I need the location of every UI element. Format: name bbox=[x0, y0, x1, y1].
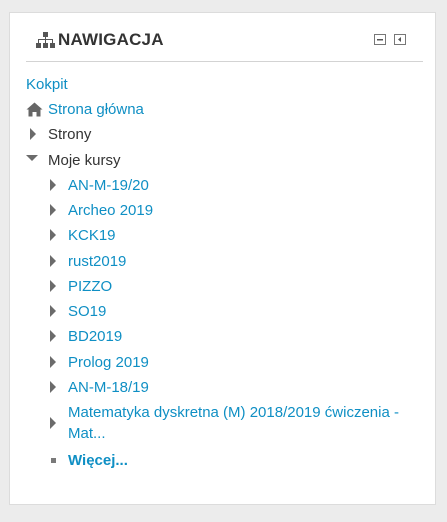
caret-down-icon[interactable] bbox=[26, 155, 38, 161]
course-link[interactable]: Matematyka dyskretna (M) 2018/2019 ćwicz… bbox=[68, 402, 420, 444]
navigation-block: NAWIGACJA Kokpit Strona główna Strony Mo… bbox=[9, 12, 436, 505]
more-courses-link[interactable]: Więcej... bbox=[68, 451, 128, 471]
caret-right-icon[interactable] bbox=[50, 356, 56, 368]
course-link[interactable]: KCK19 bbox=[68, 226, 116, 246]
caret-right-icon[interactable] bbox=[50, 204, 56, 216]
caret-right-icon[interactable] bbox=[50, 179, 56, 191]
nav-link-home[interactable]: Strona główna bbox=[48, 100, 144, 120]
dock-icon[interactable] bbox=[394, 34, 406, 45]
block-header: NAWIGACJA bbox=[26, 28, 423, 62]
caret-right-icon[interactable] bbox=[50, 330, 56, 342]
caret-right-icon[interactable] bbox=[50, 229, 56, 241]
course-link[interactable]: Archeo 2019 bbox=[68, 201, 153, 221]
home-icon bbox=[26, 102, 43, 117]
sitemap-icon bbox=[36, 32, 55, 48]
course-link[interactable]: SO19 bbox=[68, 302, 106, 322]
caret-right-icon[interactable] bbox=[30, 128, 36, 140]
block-title: NAWIGACJA bbox=[58, 30, 164, 49]
nav-item-my-courses[interactable]: Moje kursy bbox=[48, 151, 121, 171]
caret-right-icon[interactable] bbox=[50, 417, 56, 429]
course-link[interactable]: Prolog 2019 bbox=[68, 353, 149, 373]
caret-right-icon[interactable] bbox=[50, 255, 56, 267]
course-link[interactable]: BD2019 bbox=[68, 327, 122, 347]
caret-right-icon[interactable] bbox=[50, 381, 56, 393]
nav-link-dashboard[interactable]: Kokpit bbox=[26, 75, 68, 95]
caret-right-icon[interactable] bbox=[50, 305, 56, 317]
course-link[interactable]: AN-M-19/20 bbox=[68, 176, 149, 196]
course-link[interactable]: AN-M-18/19 bbox=[68, 378, 149, 398]
bullet-square-icon bbox=[51, 458, 56, 463]
minimize-icon[interactable] bbox=[374, 34, 386, 45]
course-link[interactable]: rust2019 bbox=[68, 252, 126, 272]
caret-right-icon[interactable] bbox=[50, 280, 56, 292]
course-link[interactable]: PIZZO bbox=[68, 277, 112, 297]
nav-item-pages[interactable]: Strony bbox=[48, 125, 91, 145]
